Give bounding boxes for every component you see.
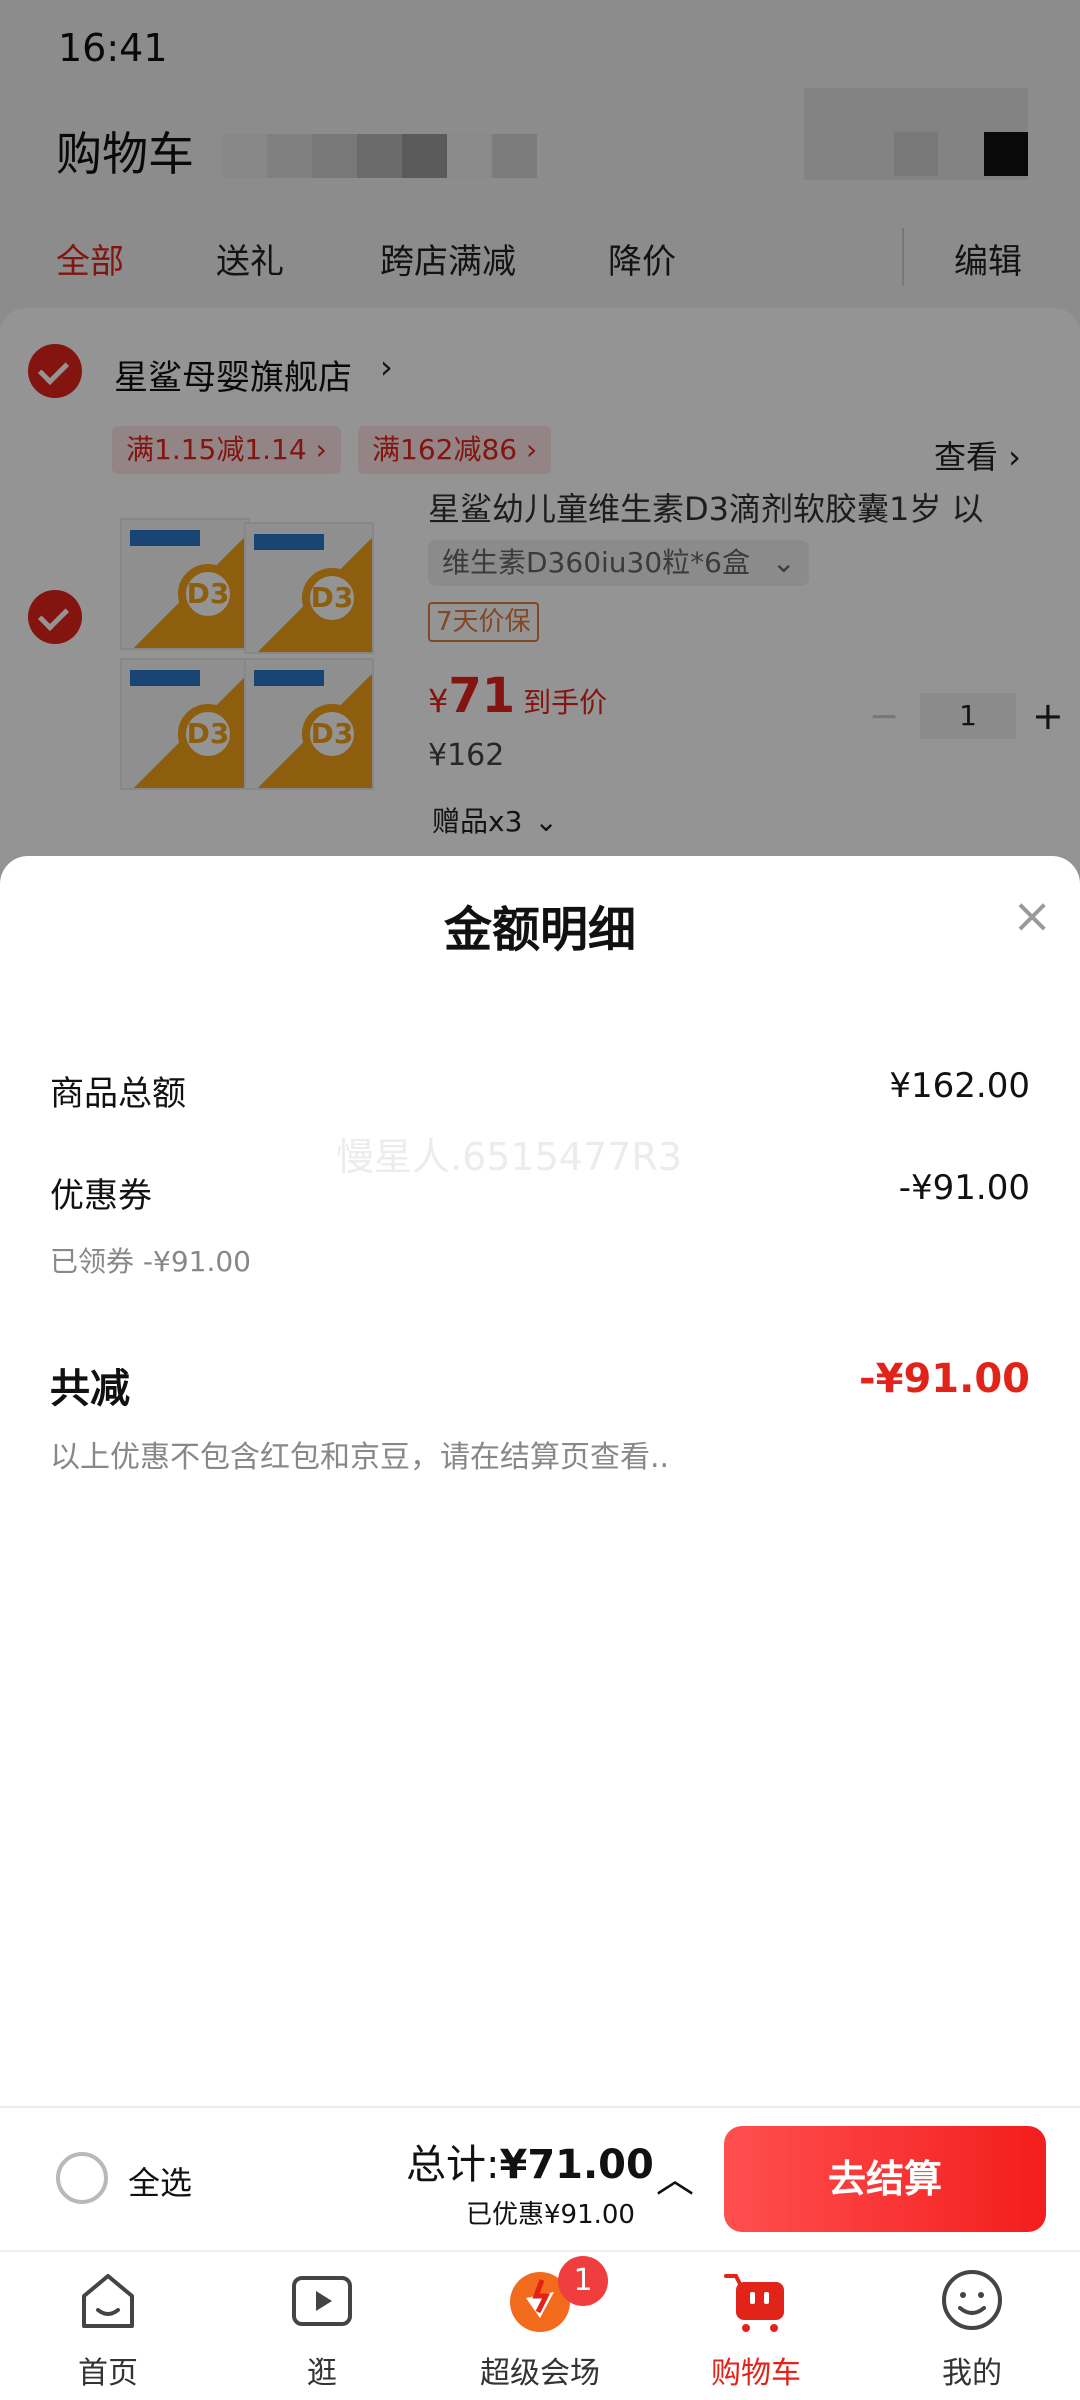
nav-label: 首页 — [78, 2356, 138, 2391]
total-discount-value: -¥91.00 — [859, 1356, 1030, 1402]
goods-total-label: 商品总额 — [50, 1074, 186, 1114]
nav-item-cart[interactable]: 购物车 — [676, 2252, 836, 2400]
coupon-value: -¥91.00 — [898, 1168, 1030, 1208]
home-icon — [82, 2274, 134, 2328]
total-price: 总计:¥71.00 — [406, 2132, 654, 2190]
coupon-label: 优惠券 — [50, 1176, 152, 1216]
watermark: 慢星人.6515477R3 — [336, 1135, 682, 1179]
nav-item-mine[interactable]: 我的 — [892, 2252, 1052, 2400]
bottom-nav: 首页 逛 1 超级会场 购物车 我的 — [0, 2250, 1080, 2400]
nav-label: 超级会场 — [480, 2356, 600, 2391]
select-all-radio[interactable] — [56, 2152, 108, 2204]
nav-label: 逛 — [307, 2356, 337, 2391]
goods-total-value: ¥162.00 — [889, 1066, 1030, 1106]
nav-label: 我的 — [942, 2356, 1002, 2391]
checkout-bar: 全选 总计:¥71.00 已优惠¥91.00 ︿ 去结算 — [0, 2106, 1080, 2250]
total-prefix: 总计: — [406, 2142, 500, 2188]
nav-item-super-venue[interactable]: 1 超级会场 — [460, 2252, 620, 2400]
saved-amount: 已优惠¥91.00 — [466, 2200, 635, 2230]
checkout-button[interactable]: 去结算 — [724, 2126, 1046, 2232]
notification-badge: 1 — [558, 2256, 608, 2306]
discount-note: 以上优惠不包含红包和京豆，请在结算页查看.. — [50, 1440, 670, 1475]
sheet-title: 金额明细 — [443, 902, 636, 958]
total-amount: ¥71.00 — [499, 2142, 654, 2188]
video-icon — [292, 2276, 352, 2326]
cart-screen: 16:41 购物车 全部 送礼 跨店满减 降价 编辑 星鲨母婴旗舰店 › 满1.… — [0, 0, 1080, 2400]
chevron-up-icon[interactable]: ︿ — [656, 2148, 694, 2203]
nav-item-home[interactable]: 首页 — [28, 2252, 188, 2400]
profile-icon — [942, 2270, 1002, 2330]
select-all-label[interactable]: 全选 — [128, 2158, 192, 2204]
nav-label: 购物车 — [711, 2356, 801, 2391]
close-icon[interactable]: × — [1012, 892, 1052, 940]
cart-icon — [724, 2274, 784, 2332]
total-discount-label: 共减 — [50, 1366, 130, 1412]
coupon-detail: 已领券 -¥91.00 — [50, 1245, 251, 1278]
nav-item-browse[interactable]: 逛 — [242, 2252, 402, 2400]
